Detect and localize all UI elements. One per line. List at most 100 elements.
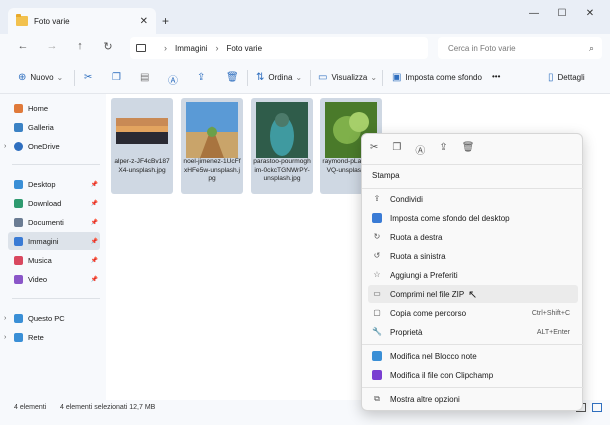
sidebar-item-label: OneDrive <box>28 141 60 151</box>
sidebar-item-desktop[interactable]: Desktop 📌 <box>14 175 100 193</box>
copy-button[interactable]: ❐ <box>112 72 125 83</box>
chevron-down-icon: ⌄ <box>295 73 303 82</box>
chevron-right-icon[interactable]: › <box>4 315 6 322</box>
sort-label: Ordina <box>268 73 293 82</box>
menu-item-label: Mostra altre opzioni <box>390 394 460 404</box>
file-item[interactable]: noel-jimenez-1UcFfxHFe5w-unsplash.jpg <box>181 98 243 194</box>
more-options-icon: ⧉ <box>374 394 380 403</box>
breadcrumb-immagini[interactable]: Immagini <box>175 44 207 53</box>
rename-button[interactable]: Ⓐ <box>168 72 182 87</box>
music-icon <box>14 255 23 265</box>
toolbar-divider <box>382 70 383 86</box>
chevron-right-icon[interactable]: › <box>4 143 6 150</box>
rename-icon[interactable]: Ⓐ <box>415 142 425 158</box>
sidebar-item-download[interactable]: Download 📌 <box>14 194 100 212</box>
sidebar-item-video[interactable]: Video 📌 <box>14 270 100 288</box>
pin-icon: 📌 <box>90 219 98 226</box>
menu-item-condividi[interactable]: ⇪ Condividi <box>368 190 578 208</box>
sidebar-item-home[interactable]: Home <box>14 99 100 117</box>
copy-icon[interactable]: ❐ <box>392 142 401 158</box>
menu-item-add-favorites[interactable]: ☆ Aggiungi a Preferiti <box>368 266 578 284</box>
context-menu-quick-actions: ✂ ❐ Ⓐ ⇪ 🗑 <box>370 142 474 158</box>
file-item[interactable]: alper-z-JF4cBv187X4-unsplash.jpg <box>111 98 173 194</box>
sidebar-item-galleria[interactable]: Galleria <box>14 118 100 136</box>
view-button[interactable]: ▭ Visualizza ⌄ <box>318 72 377 83</box>
sidebar-item-immagini[interactable]: Immagini 📌 <box>8 232 100 250</box>
menu-item-label: Modifica nel Blocco note <box>390 351 477 361</box>
menu-item-properties[interactable]: 🔧 Proprietà ALT+Enter <box>368 323 578 341</box>
chevron-right-icon[interactable]: › <box>4 334 6 341</box>
large-icons-view-icon[interactable] <box>592 403 602 412</box>
folder-icon <box>16 14 28 26</box>
sidebar-item-rete[interactable]: › Rete <box>4 328 100 346</box>
set-wallpaper-button[interactable]: ▣ Imposta come sfondo <box>392 72 482 83</box>
share-icon[interactable]: ⇪ <box>439 142 447 158</box>
breadcrumb-foto-varie[interactable]: Foto varie <box>226 44 262 53</box>
close-window-button[interactable]: ✕ <box>580 8 600 19</box>
menu-item-more-options[interactable]: ⧉ Mostra altre opzioni <box>368 390 578 408</box>
cloud-icon <box>14 141 23 151</box>
search-input[interactable]: Cerca in Foto varie ⌕ <box>438 37 602 59</box>
maximize-button[interactable]: ☐ <box>552 8 572 19</box>
menu-item-stampa[interactable]: Stampa <box>368 166 578 184</box>
image-thumbnail <box>256 102 308 158</box>
share-button[interactable]: ⇪ <box>197 72 209 83</box>
up-button[interactable]: ↑ <box>72 40 88 52</box>
file-item[interactable]: parastoo-pourmoghim-0ckcTGNWrPY-unsplash… <box>251 98 313 194</box>
sidebar-item-label: Desktop <box>28 179 56 189</box>
close-tab-icon[interactable]: ✕ <box>140 16 148 27</box>
details-button[interactable]: ▯ Dettagli <box>548 72 585 83</box>
delete-button[interactable]: 🗑 <box>226 72 243 83</box>
new-tab-button[interactable]: + <box>162 14 169 28</box>
mouse-cursor-icon: ↖ <box>468 289 478 301</box>
documents-icon <box>14 217 23 227</box>
file-name: alper-z-JF4cBv187X4-unsplash.jpg <box>114 158 170 174</box>
back-button[interactable]: ← <box>15 40 31 52</box>
new-label: Nuovo <box>30 73 54 82</box>
file-name: noel-jimenez-1UcFfxHFe5w-unsplash.jpg <box>183 158 241 182</box>
sidebar-item-questo-pc[interactable]: › Questo PC <box>4 309 100 327</box>
menu-separator <box>362 387 584 388</box>
menu-item-rotate-right[interactable]: ↻ Ruota a destra <box>368 228 578 246</box>
menu-item-set-wallpaper[interactable]: Imposta come sfondo del desktop <box>368 209 578 227</box>
rotate-right-icon: ↻ <box>373 232 381 241</box>
cut-button[interactable]: ✂ <box>84 72 96 83</box>
menu-item-label: Ruota a destra <box>390 232 443 242</box>
copy-path-icon: ▢ <box>373 308 381 317</box>
search-icon: ⌕ <box>588 42 594 53</box>
sidebar-item-label: Musica <box>28 255 52 265</box>
forward-button[interactable]: → <box>44 40 60 52</box>
sort-button[interactable]: ⇅ Ordina ⌄ <box>256 72 302 83</box>
clipchamp-icon <box>372 370 382 380</box>
sidebar-item-label: Rete <box>28 332 44 342</box>
more-options-button[interactable]: ••• <box>492 72 500 81</box>
menu-item-edit-notepad[interactable]: Modifica nel Blocco note <box>368 347 578 365</box>
sidebar-item-onedrive[interactable]: › OneDrive <box>4 137 100 155</box>
home-icon <box>14 103 23 113</box>
file-explorer-window: Foto varie ✕ + — ☐ ✕ ← → ↑ ↻ › Immagini … <box>0 0 610 425</box>
menu-item-label: Copia come percorso <box>390 308 467 318</box>
pc-icon <box>14 313 23 323</box>
new-button[interactable]: ⊕ Nuovo ⌄ <box>18 72 63 83</box>
tab-title: Foto varie <box>34 16 70 26</box>
paste-button[interactable]: ▤ <box>140 72 153 83</box>
search-placeholder: Cerca in Foto varie <box>448 43 516 53</box>
tab-foto-varie[interactable]: Foto varie ✕ <box>8 8 156 34</box>
address-bar[interactable]: › Immagini › Foto varie <box>130 37 428 59</box>
zip-icon: ▭ <box>373 289 381 298</box>
sort-icon: ⇅ <box>256 72 265 83</box>
sidebar-item-musica[interactable]: Musica 📌 <box>14 251 100 269</box>
trash-icon[interactable]: 🗑 <box>462 142 475 158</box>
minimize-button[interactable]: — <box>524 8 544 19</box>
refresh-button[interactable]: ↻ <box>100 40 116 53</box>
sidebar-item-label: Immagini <box>28 236 59 246</box>
menu-item-rotate-left[interactable]: ↺ Ruota a sinistra <box>368 247 578 265</box>
menu-item-edit-clipchamp[interactable]: Modifica il file con Clipchamp <box>368 366 578 384</box>
menu-item-copy-path[interactable]: ▢ Copia come percorso Ctrl+Shift+C <box>368 304 578 322</box>
sidebar-item-documenti[interactable]: Documenti 📌 <box>14 213 100 231</box>
trash-icon: 🗑 <box>226 72 239 83</box>
sidebar-item-label: Home <box>28 103 49 113</box>
context-menu: ✂ ❐ Ⓐ ⇪ 🗑 Stampa ⇪ Condividi Imposta com… <box>361 133 584 411</box>
cut-icon[interactable]: ✂ <box>370 142 378 158</box>
copy-icon: ❐ <box>112 72 121 83</box>
